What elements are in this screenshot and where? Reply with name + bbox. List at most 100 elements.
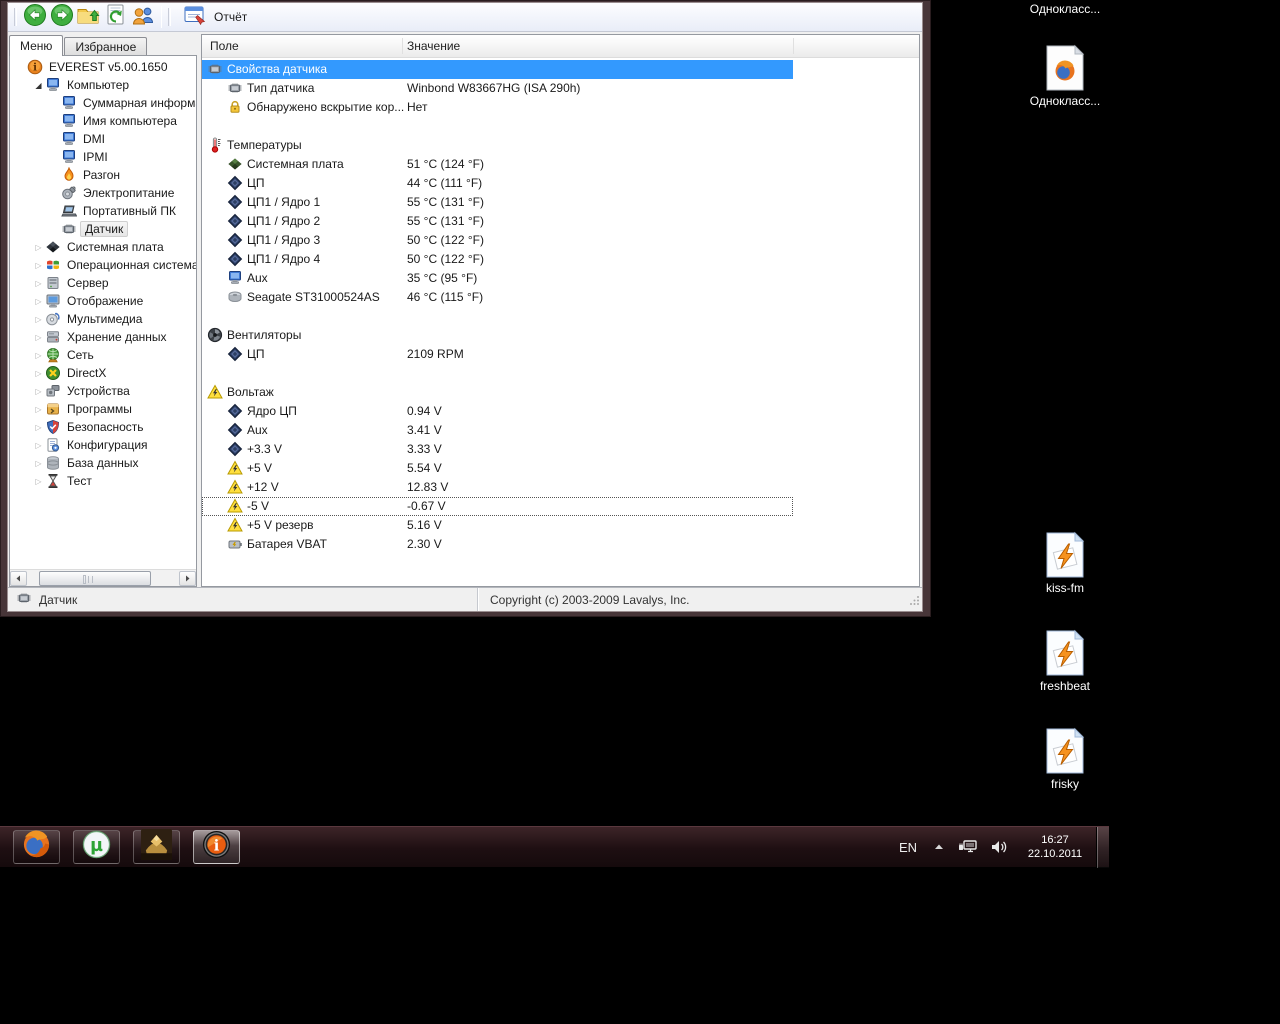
sensor-row[interactable]: +12 V12.83 V — [202, 478, 919, 497]
tree-item[interactable]: Портативный ПК — [10, 202, 196, 220]
expand-icon[interactable]: ▷ — [32, 405, 45, 414]
sensor-section-header[interactable]: Вольтаж — [202, 383, 919, 402]
network-icon[interactable] — [952, 839, 984, 855]
users-button[interactable] — [129, 4, 156, 30]
sensor-row[interactable]: Батарея VBAT2.30 V — [202, 535, 919, 554]
sensor-row[interactable]: ЦП1 / Ядро 3 50 °C (122 °F) — [202, 231, 919, 250]
taskbar-button-everest[interactable]: i — [193, 830, 240, 864]
sensor-row[interactable]: Системная плата51 °C (124 °F) — [202, 155, 919, 174]
sensor-row[interactable]: ЦП1 / Ядро 450 °C (122 °F) — [202, 250, 919, 269]
sensor-row[interactable]: ЦП1 / Ядро 255 °C (131 °F) — [202, 212, 919, 231]
column-divider[interactable] — [793, 38, 794, 54]
tree-item[interactable]: ▷Мультимедиа — [10, 310, 196, 328]
show-desktop-button[interactable] — [1096, 827, 1109, 868]
tree-item[interactable]: Электропитание — [10, 184, 196, 202]
sensor-row[interactable]: +3.3 V3.33 V — [202, 440, 919, 459]
expand-icon[interactable]: ▷ — [32, 261, 45, 270]
tree-item[interactable]: DMI — [10, 130, 196, 148]
expand-icon[interactable]: ▷ — [32, 279, 45, 288]
expand-icon[interactable]: ▷ — [32, 423, 45, 432]
sensor-row[interactable]: ЦП1 / Ядро 155 °C (131 °F) — [202, 193, 919, 212]
back-button[interactable] — [21, 4, 48, 30]
expand-icon[interactable]: ▷ — [32, 477, 45, 486]
tab-menu[interactable]: Меню — [9, 35, 63, 56]
taskbar-button-firefox[interactable] — [13, 830, 60, 864]
expand-icon[interactable]: ▷ — [32, 243, 45, 252]
scroll-right-arrow[interactable] — [179, 571, 196, 586]
refresh-button[interactable] — [102, 4, 129, 30]
desktop-icon-однокласс-[interactable]: Однокласс... — [1022, 0, 1108, 16]
sensor-section-header[interactable]: Свойства датчика — [202, 60, 793, 79]
sensor-row[interactable]: Ядро ЦП0.94 V — [202, 402, 919, 421]
report-button[interactable]: Отчёт — [175, 4, 256, 30]
expand-icon[interactable]: ▷ — [32, 369, 45, 378]
resize-grip[interactable] — [909, 595, 920, 609]
sensor-row[interactable]: +5 V резерв5.16 V — [202, 516, 919, 535]
tree-item[interactable]: ▷Устройства — [10, 382, 196, 400]
tree-item[interactable]: ▷Безопасность — [10, 418, 196, 436]
collapse-icon[interactable]: ◢ — [32, 81, 45, 90]
volume-icon[interactable] — [984, 839, 1014, 855]
forward-button[interactable] — [48, 4, 75, 30]
taskbar-button-game[interactable] — [133, 830, 180, 864]
sensor-row[interactable]: ЦП2109 RPM — [202, 345, 919, 364]
sensor-row[interactable]: Seagate ST31000524AS46 °C (115 °F) — [202, 288, 919, 307]
desktop-icon-freshbeat[interactable]: freshbeat — [1022, 629, 1108, 693]
expand-icon[interactable]: ▷ — [32, 315, 45, 324]
sensor-value: 46 °C (115 °F) — [407, 288, 483, 307]
tree-item[interactable]: ▷Системная плата — [10, 238, 196, 256]
expand-icon[interactable]: ▷ — [32, 459, 45, 468]
tree-item[interactable]: Суммарная информация — [10, 94, 196, 112]
toolbar-grip[interactable] — [168, 8, 171, 26]
tree-item[interactable]: ▷DirectX — [10, 364, 196, 382]
tree-item[interactable]: ▷Сеть — [10, 346, 196, 364]
expand-icon[interactable]: ▷ — [32, 387, 45, 396]
sensor-row[interactable]: Тип датчикаWinbond W83667HG (ISA 290h) — [202, 79, 919, 98]
tree-item[interactable]: IPMI — [10, 148, 196, 166]
desktop-icon-однокласс-[interactable]: Однокласс... — [1022, 44, 1108, 108]
scrollbar-thumb[interactable] — [39, 571, 151, 586]
desktop-icon-frisky[interactable]: frisky — [1022, 727, 1108, 791]
clock[interactable]: 16:27 22.10.2011 — [1020, 833, 1090, 861]
tree-item[interactable]: ▷Тест — [10, 472, 196, 490]
tree-item[interactable]: Разгон — [10, 166, 196, 184]
sensor-section-header[interactable]: Температуры — [202, 136, 919, 155]
sensor-field: ЦП1 / Ядро 3 — [247, 231, 320, 250]
expand-icon[interactable]: ▷ — [32, 333, 45, 342]
sensor-row[interactable]: +5 V5.54 V — [202, 459, 919, 478]
expand-icon[interactable]: ▷ — [32, 351, 45, 360]
tree-item[interactable]: ▷База данных — [10, 454, 196, 472]
folder-up-button[interactable] — [75, 4, 102, 30]
column-header-value[interactable]: Значение — [407, 39, 460, 53]
tree-item[interactable]: Датчик — [10, 220, 196, 238]
tree-item[interactable]: ▷Сервер — [10, 274, 196, 292]
sensor-value: 50 °C (122 °F) — [407, 231, 484, 250]
sensor-row[interactable]: Aux35 °C (95 °F) — [202, 269, 919, 288]
desktop-icon-kiss-fm[interactable]: kiss-fm — [1022, 531, 1108, 595]
expand-icon[interactable]: ▷ — [32, 441, 45, 450]
column-divider[interactable] — [402, 38, 403, 54]
toolbar-grip[interactable] — [14, 8, 17, 26]
tab-favorites[interactable]: Избранное — [64, 37, 147, 55]
sensor-section-header[interactable]: Вентиляторы — [202, 326, 919, 345]
sensor-row[interactable]: -5 V-0.67 V — [202, 497, 793, 516]
tree-item[interactable]: ▷Операционная система — [10, 256, 196, 274]
sensor-row[interactable]: Aux3.41 V — [202, 421, 919, 440]
show-hidden-icons-button[interactable] — [926, 838, 952, 856]
tree-item[interactable]: ▷Конфигурация — [10, 436, 196, 454]
tree-item[interactable]: ▷Хранение данных — [10, 328, 196, 346]
expand-icon[interactable]: ▷ — [32, 297, 45, 306]
scroll-left-arrow[interactable] — [10, 571, 27, 586]
language-indicator[interactable]: EN — [890, 840, 926, 855]
tree-item[interactable]: ◢Компьютер — [10, 76, 196, 94]
sensor-row[interactable]: ЦП44 °C (111 °F) — [202, 174, 919, 193]
taskbar-button-utorrent[interactable]: µ — [73, 830, 120, 864]
horizontal-scrollbar[interactable] — [10, 569, 196, 586]
tree-item[interactable]: ▷Отображение — [10, 292, 196, 310]
column-header-field[interactable]: Поле — [210, 39, 239, 53]
sensor-row[interactable]: Обнаружено вскрытие кор...Нет — [202, 98, 919, 117]
tree-item[interactable]: Имя компьютера — [10, 112, 196, 130]
scrollbar-track[interactable] — [27, 571, 179, 586]
tree-item[interactable]: iEVEREST v5.00.1650 — [10, 58, 196, 76]
tree-item[interactable]: ▷Программы — [10, 400, 196, 418]
